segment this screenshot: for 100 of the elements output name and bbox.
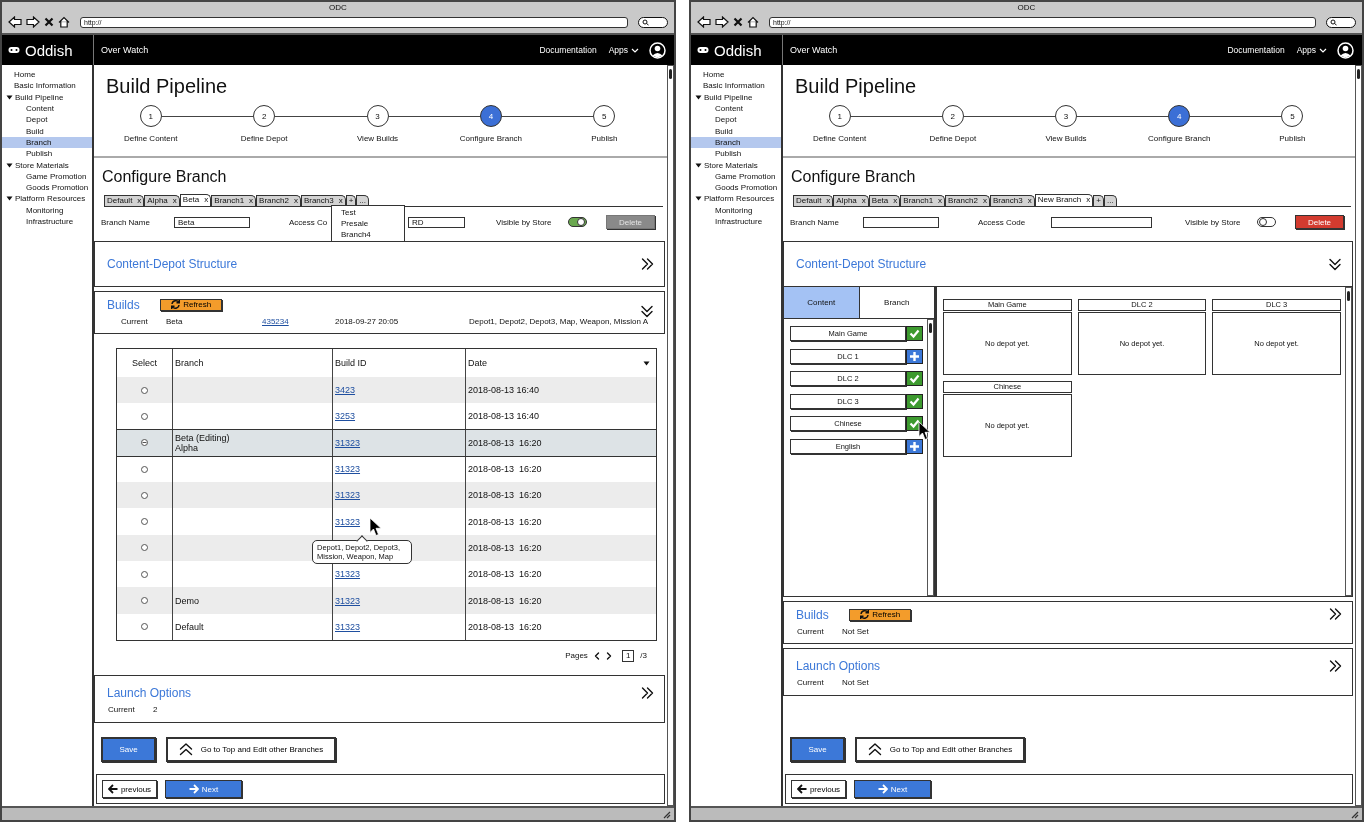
apps-menu[interactable]: Apps	[608, 45, 639, 55]
close-button[interactable]: x	[293, 196, 298, 206]
tree-item[interactable]: Branch	[691, 136, 781, 149]
column-header[interactable]: Branch	[175, 358, 204, 368]
page-field[interactable]: 1	[621, 649, 635, 662]
previous-button[interactable]: previous	[102, 780, 157, 798]
tab[interactable]: +	[1093, 195, 1104, 206]
tree-item[interactable]: Content	[691, 102, 781, 115]
close-button[interactable]: x	[938, 196, 943, 206]
tree-item[interactable]: Infrastructure	[691, 215, 781, 228]
tree-item[interactable]: Build	[2, 125, 92, 137]
go-to-top-button[interactable]: Go to Top and Edit other Branches	[166, 737, 336, 762]
tab[interactable]: Default x	[104, 195, 145, 206]
tree-item[interactable]: Depot	[691, 114, 781, 126]
column-header[interactable]: Build ID	[335, 358, 367, 368]
tree-item[interactable]: Depot	[2, 114, 92, 126]
previous-button[interactable]: previous	[791, 780, 846, 798]
tab[interactable]: Branch1 x	[900, 195, 946, 206]
section-heading[interactable]: Launch Options	[107, 685, 192, 700]
step-circle[interactable]: 2	[253, 105, 276, 127]
build-link[interactable]: 31323	[335, 437, 361, 448]
close-button[interactable]: x	[982, 196, 987, 206]
column-header[interactable]: Select	[132, 358, 157, 368]
tree-item[interactable]: Basic Information	[691, 80, 781, 92]
build-link[interactable]: 31323	[335, 595, 361, 606]
tab[interactable]: Alpha x	[144, 195, 180, 206]
close-button[interactable]: x	[137, 196, 142, 206]
tab[interactable]: ...	[1103, 195, 1117, 206]
save-button[interactable]: Save	[790, 737, 845, 762]
tree-item[interactable]: Monitoring	[2, 204, 92, 216]
menu-item[interactable]: Branch4	[341, 229, 404, 240]
tree-item[interactable]: Store Materials	[2, 159, 92, 171]
close-button[interactable]: x	[338, 196, 343, 206]
tree-item[interactable]: Platform Resources	[691, 193, 781, 205]
tree-item[interactable]: Store Materials	[691, 159, 781, 171]
refresh-button[interactable]: Refresh	[848, 608, 911, 621]
tab[interactable]: Beta x	[179, 194, 212, 206]
section-heading[interactable]: Content-Depot Structure	[796, 257, 927, 271]
tree-item[interactable]: Goods Promotion	[2, 181, 92, 194]
tree-item[interactable]: Infrastructure	[2, 215, 92, 228]
tree-item[interactable]: Content	[2, 102, 92, 115]
apps-menu[interactable]: Apps	[1296, 45, 1327, 55]
tree-item[interactable]: Publish	[2, 148, 92, 160]
tab[interactable]: Branch2 x	[256, 195, 301, 206]
close-button[interactable]: x	[1027, 196, 1032, 206]
tree-item[interactable]: Monitoring	[691, 204, 781, 216]
tab[interactable]: Beta x	[868, 195, 901, 206]
close-button[interactable]: x	[172, 196, 177, 206]
build-link[interactable]: 31323	[335, 516, 361, 527]
tree-item[interactable]: Home	[2, 69, 92, 81]
tab[interactable]: Branch2 x	[945, 195, 990, 206]
menu-item[interactable]: Presale	[341, 218, 404, 229]
panel-tab[interactable]: Content	[784, 287, 860, 318]
build-link[interactable]: 31323	[335, 490, 361, 501]
text-field[interactable]: RD	[408, 216, 465, 228]
tree-item[interactable]: Build	[691, 125, 781, 137]
section-heading[interactable]: Builds	[796, 607, 829, 622]
tab[interactable]: Branch3 x	[300, 195, 346, 206]
build-link[interactable]: 435234	[262, 317, 335, 326]
tree-item[interactable]: Game Promotion	[2, 170, 92, 182]
close-button[interactable]: x	[204, 195, 209, 206]
tree-item[interactable]: Build Pipeline	[2, 91, 92, 103]
tab[interactable]: Default x	[793, 195, 834, 206]
section-heading[interactable]: Builds	[107, 297, 140, 312]
tree-item[interactable]: Game Promotion	[691, 170, 781, 182]
step-circle[interactable]: 3	[1055, 105, 1077, 127]
column-header[interactable]: Date	[468, 358, 487, 368]
step-circle[interactable]: 4	[479, 105, 502, 127]
step-circle[interactable]: 5	[593, 105, 616, 127]
tab[interactable]: Alpha x	[833, 195, 869, 206]
delete-button[interactable]: Delete	[1295, 215, 1344, 229]
tree-item[interactable]: Basic Information	[2, 80, 92, 92]
next-button[interactable]: Next	[854, 780, 931, 798]
build-link[interactable]: 3423	[335, 385, 356, 396]
tree-item[interactable]: Platform Resources	[2, 193, 92, 205]
build-link[interactable]: 3253	[335, 411, 356, 422]
tree-item[interactable]: Publish	[691, 148, 781, 160]
go-to-top-button[interactable]: Go to Top and Edit other Branches	[855, 737, 1025, 762]
tree-item[interactable]: Home	[691, 69, 781, 81]
step-circle[interactable]: 3	[366, 105, 389, 127]
step-circle[interactable]: 1	[828, 105, 851, 127]
tree-item[interactable]: Branch	[2, 136, 92, 149]
tab[interactable]: Branch1 x	[211, 195, 257, 206]
close-button[interactable]: x	[826, 196, 831, 206]
tree-item[interactable]: Build Pipeline	[691, 91, 781, 103]
close-button[interactable]: x	[1086, 195, 1091, 206]
section-heading[interactable]: Content-Depot Structure	[107, 257, 238, 271]
build-link[interactable]: 31323	[335, 569, 361, 580]
close-button[interactable]: x	[861, 196, 866, 206]
step-circle[interactable]: 1	[139, 105, 162, 127]
tree-item[interactable]: Goods Promotion	[691, 181, 781, 194]
documentation-link[interactable]: Documentation	[539, 45, 597, 55]
menu-item[interactable]: Test	[341, 207, 404, 218]
step-circle[interactable]: 4	[1168, 105, 1191, 127]
refresh-button[interactable]: Refresh	[159, 298, 222, 311]
build-link[interactable]: 31323	[335, 621, 361, 632]
close-button[interactable]: x	[893, 196, 898, 206]
build-link[interactable]: 31323	[335, 464, 361, 475]
close-button[interactable]: x	[249, 196, 254, 206]
next-button[interactable]: Next	[165, 780, 242, 798]
